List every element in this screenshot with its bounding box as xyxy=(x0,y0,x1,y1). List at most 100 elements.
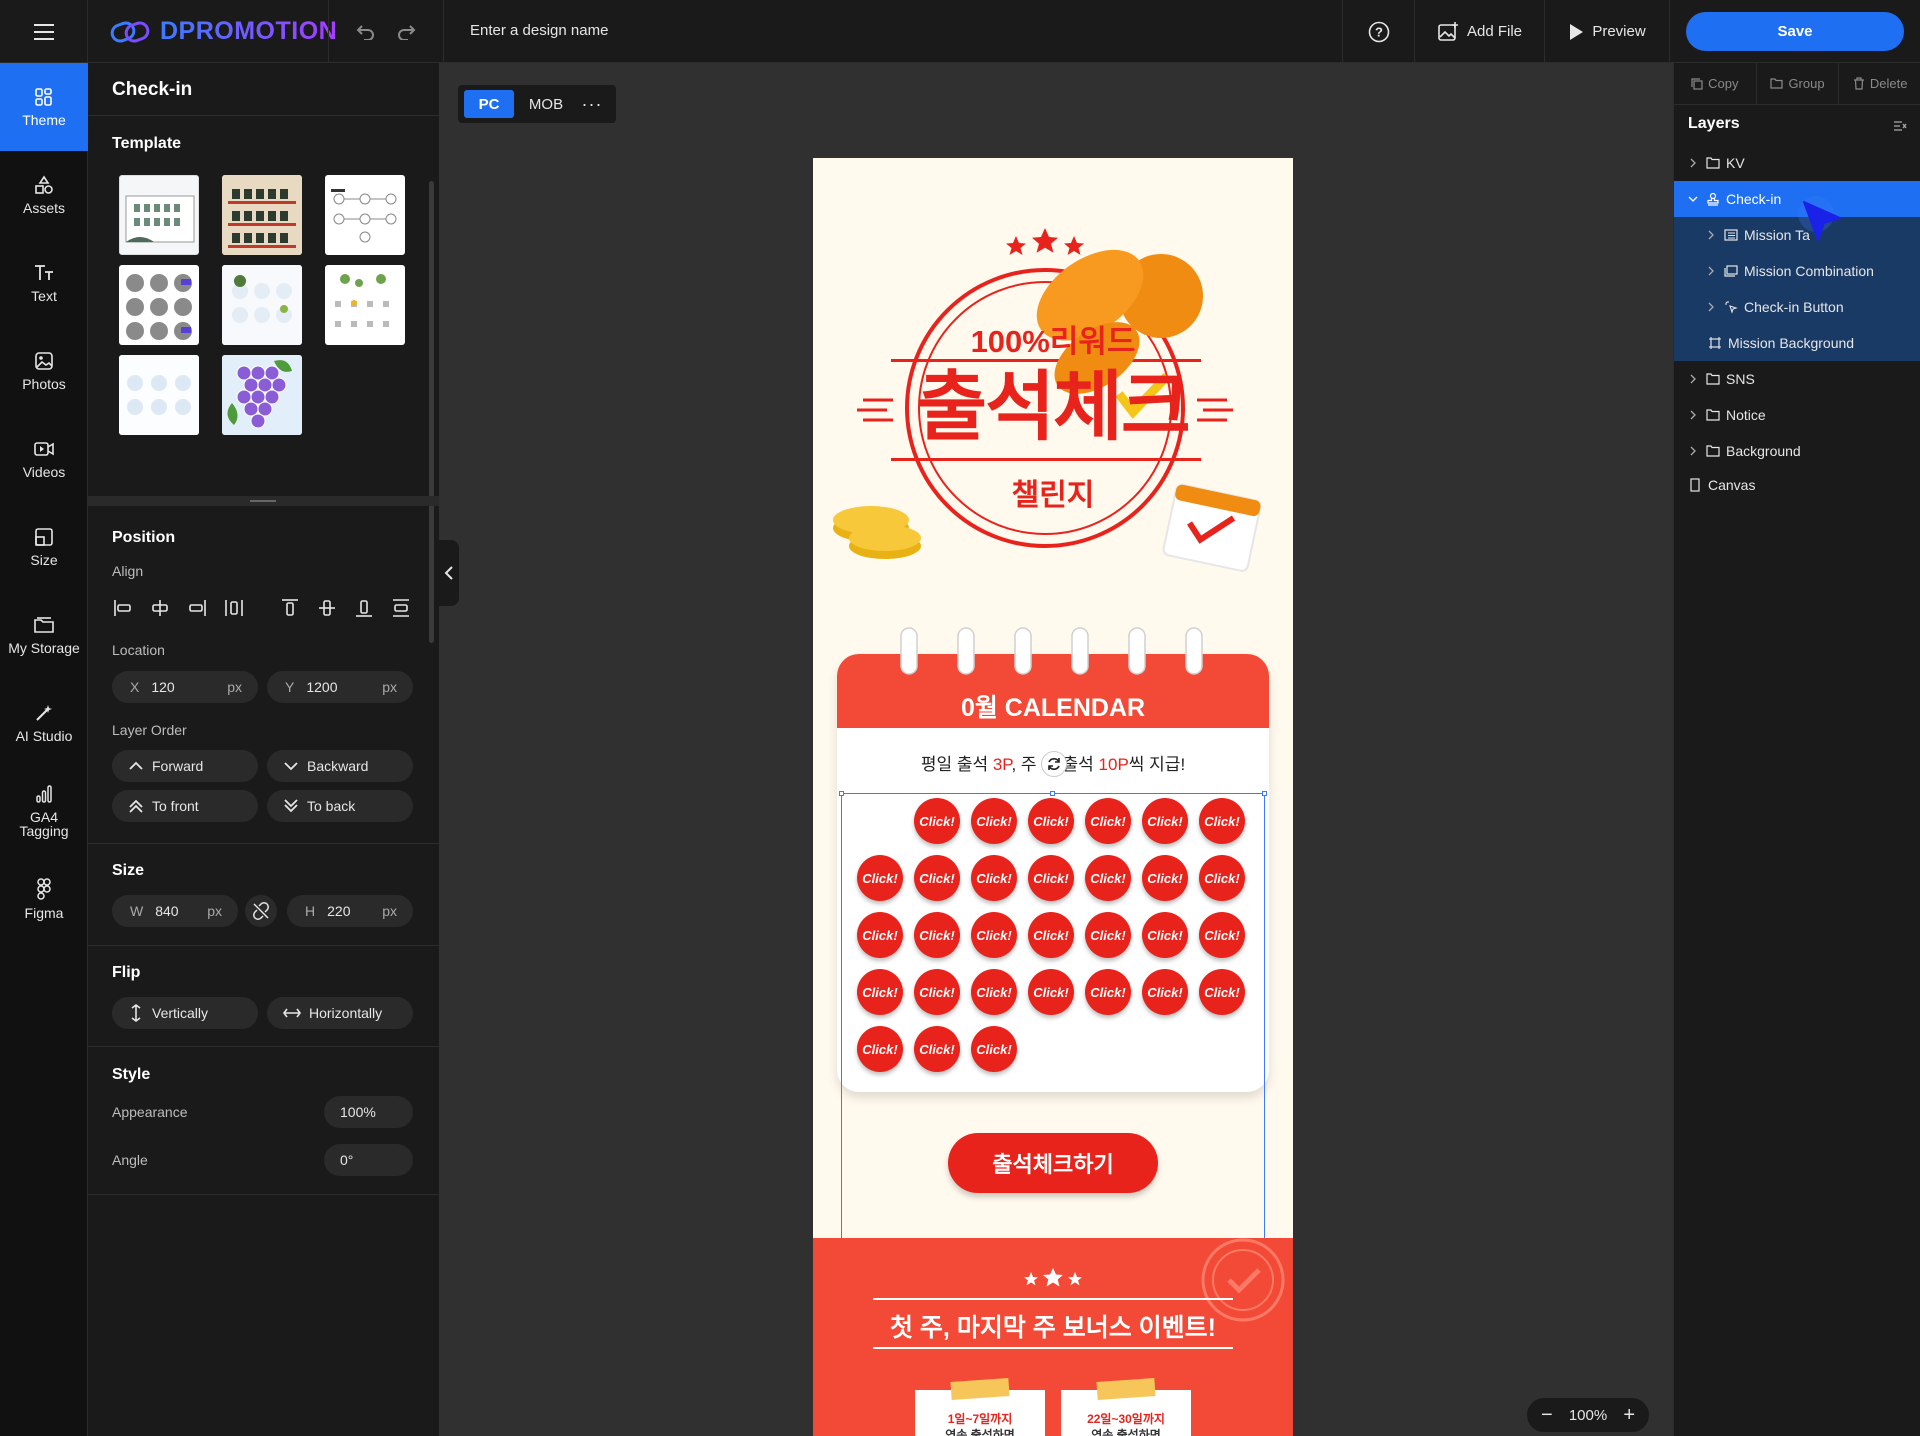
redo-icon[interactable] xyxy=(396,24,416,40)
sidebar-item-my-storage[interactable]: My Storage xyxy=(0,591,88,679)
sidebar-item-photos[interactable]: Photos xyxy=(0,327,88,415)
template-thumbnail[interactable] xyxy=(325,265,405,345)
menu-button[interactable] xyxy=(0,0,88,63)
chevron-right-icon xyxy=(1690,410,1696,420)
resize-handle[interactable] xyxy=(1262,791,1267,796)
zoom-control: − 100% + xyxy=(1527,1398,1649,1432)
x-position-field[interactable]: X 120 px xyxy=(112,671,258,703)
layer-item-background[interactable]: Background xyxy=(1674,433,1920,469)
sidebar-item-videos[interactable]: Videos xyxy=(0,415,88,503)
layer-item-mission-background[interactable]: Mission Background xyxy=(1674,325,1920,361)
layer-label: Check-in xyxy=(1726,191,1782,207)
align-center-v-icon[interactable] xyxy=(316,597,338,619)
sidebar-item-text[interactable]: Text xyxy=(0,239,88,327)
ga4-icon xyxy=(36,785,52,803)
forward-button[interactable]: Forward xyxy=(112,750,258,782)
distribute-h-icon[interactable] xyxy=(223,597,245,619)
flip-horizontally-button[interactable]: Horizontally xyxy=(267,997,413,1029)
align-top-icon[interactable] xyxy=(279,597,301,619)
folder-icon xyxy=(1706,373,1720,385)
h-unit: px xyxy=(382,903,397,919)
device-mob-button[interactable]: MOB xyxy=(520,90,572,118)
check-in-button[interactable]: 출석체크하기 xyxy=(948,1133,1158,1193)
chevron-left-icon xyxy=(444,566,453,580)
layer-item-check-in-button[interactable]: Check-in Button xyxy=(1674,289,1920,325)
resize-handle[interactable] xyxy=(839,791,844,796)
stack-icon xyxy=(1724,265,1738,277)
layer-item-kv[interactable]: KV xyxy=(1674,145,1920,181)
appearance-field[interactable]: 100% xyxy=(324,1096,413,1128)
align-left-icon[interactable] xyxy=(112,597,134,619)
design-name-input[interactable]: Enter a design name xyxy=(470,22,608,39)
align-center-h-icon[interactable] xyxy=(149,597,171,619)
top-bar: DPROMOTION Enter a design name ? Add Fil… xyxy=(0,0,1920,63)
layer-item-canvas[interactable]: Canvas xyxy=(1674,467,1920,503)
zoom-out-button[interactable]: − xyxy=(1541,1404,1553,1427)
align-bottom-icon[interactable] xyxy=(353,597,375,619)
sidebar-label-videos: Videos xyxy=(22,464,66,480)
bonus-card: 22일~30일까지 연속 출석하면 xyxy=(1061,1377,1191,1436)
template-thumbnail[interactable] xyxy=(119,355,199,435)
artboard[interactable]: 100%리워드 출석체크 챌린지 0월 CALENDAR 평일 출석 3P, 주… xyxy=(813,158,1293,1436)
sidebar-label-size: Size xyxy=(30,552,58,568)
angle-field[interactable]: 0° xyxy=(324,1144,413,1176)
sidebar-item-ga4-tagging[interactable]: GA4 Tagging xyxy=(0,767,88,855)
aspect-lock-button[interactable] xyxy=(245,895,277,927)
to-back-label: To back xyxy=(307,798,356,814)
sidebar-item-figma[interactable]: Figma xyxy=(0,855,88,943)
help-button[interactable]: ? xyxy=(1342,0,1414,63)
layer-label: Canvas xyxy=(1708,477,1756,493)
size-icon xyxy=(35,528,53,546)
device-toggle: PC MOB ··· xyxy=(458,85,616,123)
layers-options-icon[interactable] xyxy=(1893,120,1907,132)
layer-label: KV xyxy=(1726,155,1745,171)
sidebar-item-theme[interactable]: Theme xyxy=(0,63,88,151)
preview-button[interactable]: Preview xyxy=(1544,0,1670,63)
copy-button[interactable]: Copy xyxy=(1674,63,1757,104)
flip-vertically-button[interactable]: Vertically xyxy=(112,997,258,1029)
play-icon xyxy=(1570,23,1584,40)
device-pc-button[interactable]: PC xyxy=(464,90,514,118)
template-thumbnail[interactable] xyxy=(222,175,302,255)
hamburger-icon xyxy=(33,23,54,40)
rotate-handle[interactable] xyxy=(1041,751,1067,777)
undo-icon[interactable] xyxy=(356,24,376,40)
layer-item-notice[interactable]: Notice xyxy=(1674,397,1920,433)
collapse-panel-button[interactable] xyxy=(439,540,459,606)
backward-button[interactable]: Backward xyxy=(267,750,413,782)
height-field[interactable]: H 220 px xyxy=(287,895,413,927)
tape-decoration xyxy=(1096,1377,1156,1401)
layer-item-check-in[interactable]: Check-in xyxy=(1674,181,1920,217)
align-right-icon[interactable] xyxy=(186,597,208,619)
delete-button[interactable]: Delete xyxy=(1839,63,1920,104)
width-field[interactable]: W 840 px xyxy=(112,895,238,927)
distribute-v-icon[interactable] xyxy=(390,597,412,619)
save-button[interactable]: Save xyxy=(1686,12,1904,51)
w-unit: px xyxy=(207,903,222,919)
template-thumbnail[interactable] xyxy=(222,355,302,435)
panel-scrollbar[interactable] xyxy=(429,181,434,643)
to-back-button[interactable]: To back xyxy=(267,790,413,822)
layer-item-mission-table[interactable]: Mission Ta xyxy=(1674,217,1920,253)
sidebar-item-ai-studio[interactable]: AI Studio xyxy=(0,679,88,767)
group-button[interactable]: Group xyxy=(1757,63,1840,104)
y-position-field[interactable]: Y 1200 px xyxy=(267,671,413,703)
sidebar-item-assets[interactable]: Assets xyxy=(0,151,88,239)
layer-item-mission-combination[interactable]: Mission Combination xyxy=(1674,253,1920,289)
resize-handle[interactable] xyxy=(1050,791,1055,796)
zoom-in-button[interactable]: + xyxy=(1623,1404,1635,1427)
canvas-icon xyxy=(1690,478,1700,492)
w-label: W xyxy=(130,903,144,919)
template-thumbnail[interactable] xyxy=(119,265,199,345)
template-thumbnail[interactable] xyxy=(119,175,199,255)
storage-icon xyxy=(34,617,54,633)
template-thumbnail[interactable] xyxy=(222,265,302,345)
more-options-button[interactable]: ··· xyxy=(578,90,606,118)
template-thumbnail[interactable] xyxy=(325,175,405,255)
to-front-button[interactable]: To front xyxy=(112,790,258,822)
left-sidebar: Theme Assets Text Photos Videos Size My … xyxy=(0,63,88,1436)
layer-item-sns[interactable]: SNS xyxy=(1674,361,1920,397)
add-file-button[interactable]: Add File xyxy=(1414,0,1544,63)
y-value: 1200 xyxy=(306,679,338,695)
sidebar-item-size[interactable]: Size xyxy=(0,503,88,591)
